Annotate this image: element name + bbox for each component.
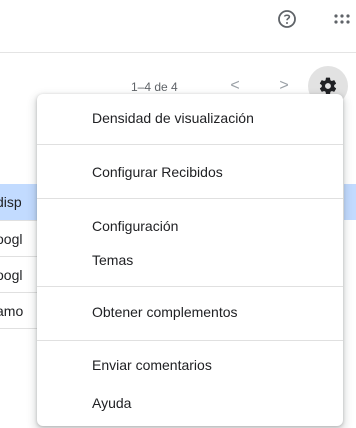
- row-sender: amo: [0, 303, 24, 319]
- pagination-range: 1–4 de 4: [131, 80, 178, 94]
- apps-grid-icon[interactable]: [333, 13, 356, 27]
- table-row-end[interactable]: [344, 184, 356, 220]
- row-sender: disp: [0, 194, 22, 210]
- menu-item-send-feedback[interactable]: Enviar comentarios: [92, 357, 212, 373]
- row-divider: [0, 328, 40, 329]
- previous-page-button[interactable]: <: [225, 76, 245, 96]
- top-bar: [0, 0, 356, 53]
- menu-item-display-density[interactable]: Densidad de visualización: [92, 110, 254, 126]
- table-row[interactable]: oogl: [0, 221, 40, 257]
- menu-item-themes[interactable]: Temas: [92, 252, 133, 268]
- menu-divider: [37, 286, 343, 287]
- menu-item-help[interactable]: Ayuda: [92, 395, 131, 411]
- menu-item-settings[interactable]: Configuración: [92, 218, 178, 234]
- menu-item-configure-inbox[interactable]: Configurar Recibidos: [92, 164, 223, 180]
- help-circle-icon[interactable]: [277, 9, 297, 29]
- menu-divider: [37, 144, 343, 145]
- row-sender: oogl: [0, 267, 23, 283]
- table-row[interactable]: amo: [0, 293, 40, 329]
- next-page-button[interactable]: >: [274, 76, 294, 96]
- menu-divider: [37, 340, 343, 341]
- table-row[interactable]: oogl: [0, 257, 40, 293]
- menu-divider: [37, 198, 343, 199]
- table-row[interactable]: disp: [0, 184, 40, 220]
- gear-icon: [319, 77, 337, 95]
- menu-item-get-addons[interactable]: Obtener complementos: [92, 304, 238, 320]
- row-sender: oogl: [0, 231, 23, 247]
